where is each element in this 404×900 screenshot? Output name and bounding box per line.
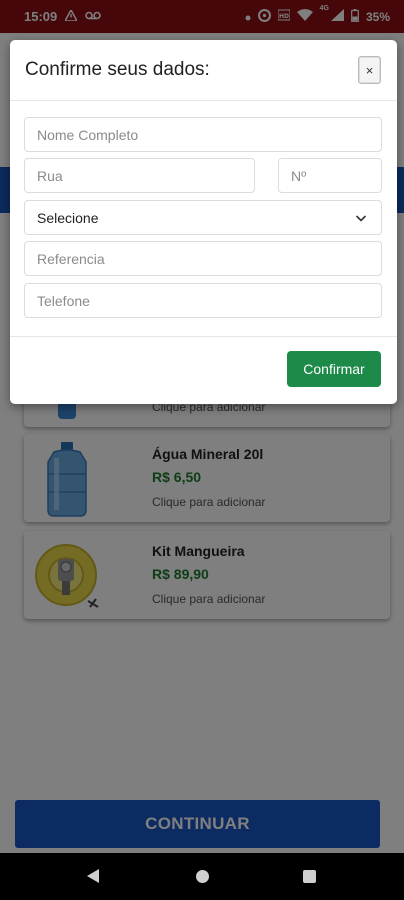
reference-input[interactable]	[24, 241, 382, 276]
street-input[interactable]	[24, 158, 255, 193]
modal-title: Confirme seus dados:	[25, 59, 210, 80]
number-input[interactable]	[278, 158, 382, 193]
navigation-bar	[0, 853, 404, 900]
home-icon[interactable]	[196, 870, 209, 883]
modal-footer	[10, 336, 397, 337]
modal-header: Confirme seus dados: ×	[10, 40, 397, 101]
confirm-data-modal: Confirme seus dados: × Selecione Confirm…	[10, 40, 397, 404]
phone-input[interactable]	[24, 283, 382, 318]
select-value: Selecione	[37, 209, 99, 226]
neighborhood-select[interactable]: Selecione	[24, 200, 382, 235]
recents-icon[interactable]	[303, 870, 316, 883]
chevron-down-icon	[355, 211, 367, 227]
confirm-button[interactable]: Confirmar	[287, 351, 381, 387]
full-name-input[interactable]	[24, 117, 382, 152]
back-icon[interactable]	[87, 869, 99, 883]
close-button[interactable]: ×	[358, 56, 381, 84]
